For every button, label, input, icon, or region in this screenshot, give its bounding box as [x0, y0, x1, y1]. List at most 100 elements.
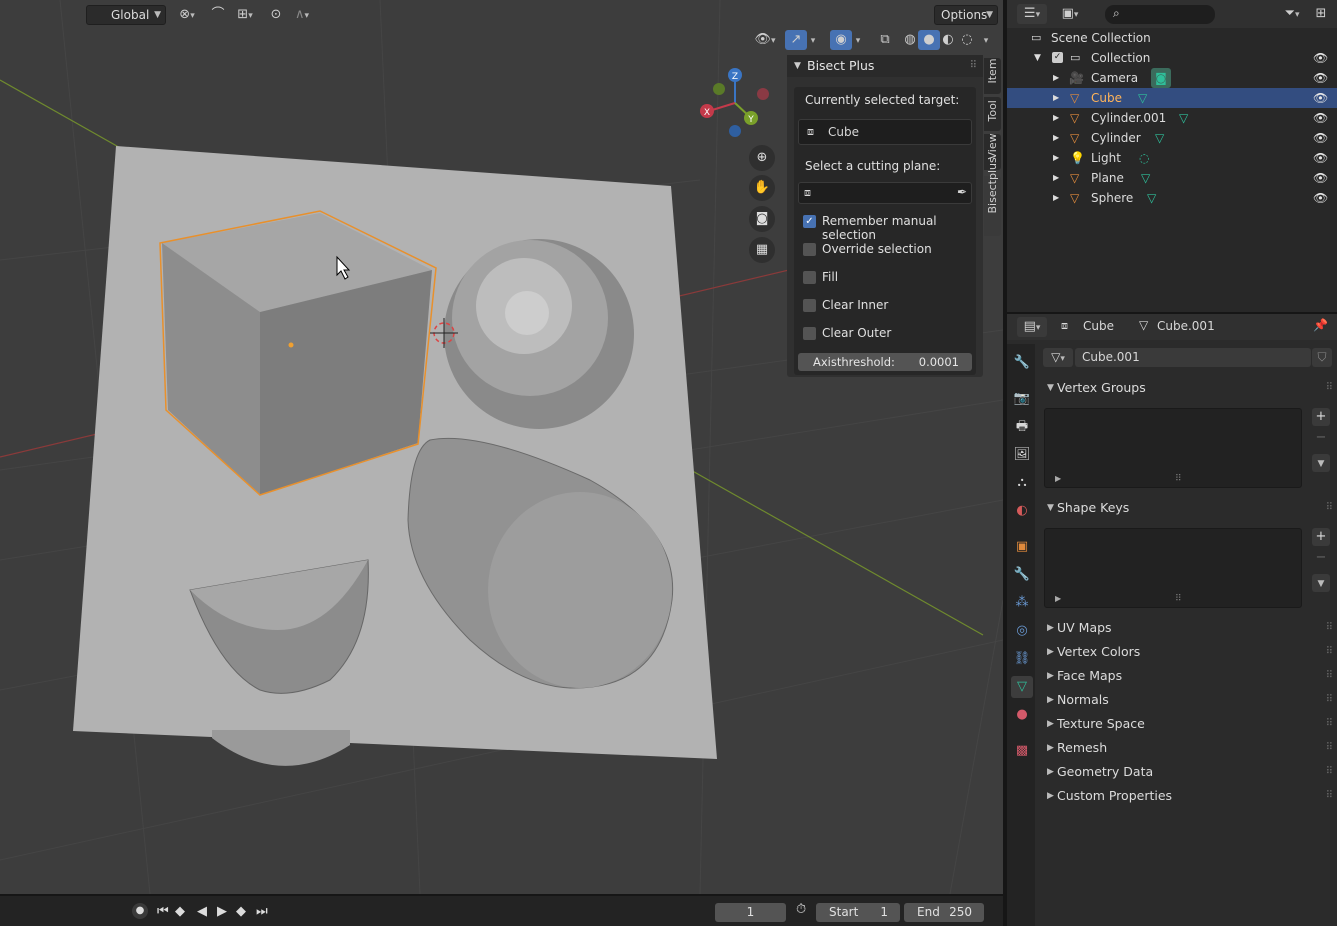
- vertex-group-menu-icon[interactable]: ▼: [1312, 454, 1330, 472]
- expand-triangle-icon[interactable]: ▶: [1053, 148, 1059, 168]
- outliner-item-cylinder[interactable]: ▶ ▽ Cylinder ▽ 👁: [1007, 128, 1337, 148]
- target-field[interactable]: ⧈ Cube: [798, 119, 972, 145]
- prev-keyframe-icon[interactable]: ◆: [175, 904, 185, 919]
- fake-user-shield-icon[interactable]: ⛉: [1312, 348, 1332, 367]
- eye-icon[interactable]: 👁: [1313, 88, 1328, 108]
- tab-item[interactable]: Item: [984, 58, 1001, 94]
- expand-triangle-icon[interactable]: ▶: [1055, 474, 1061, 483]
- tab-tool[interactable]: Tool: [984, 97, 1001, 131]
- expand-triangle-icon[interactable]: ▶: [1053, 188, 1059, 208]
- snap-toggle-icon[interactable]: ⌒: [207, 5, 229, 25]
- pin-icon[interactable]: 📌: [1313, 318, 1328, 332]
- constraint-tab-icon[interactable]: ⛓: [1011, 648, 1033, 670]
- section-geometry-data[interactable]: ▶ Geometry Data ⠿: [1043, 760, 1337, 784]
- jump-end-icon[interactable]: ⏭: [256, 904, 268, 919]
- mesh-browse-icon[interactable]: ▽▾: [1043, 348, 1073, 367]
- drag-grip-icon[interactable]: ⠿: [1326, 640, 1333, 664]
- checkbox-icon[interactable]: [803, 271, 816, 284]
- tool-tab-icon[interactable]: 🔧: [1011, 352, 1033, 374]
- proportional-edit-icon[interactable]: ⊙: [265, 5, 287, 25]
- search-input[interactable]: ⌕: [1105, 5, 1215, 24]
- cylinder-underside[interactable]: [212, 730, 350, 766]
- outliner-item-cube[interactable]: ▶ ▽ Cube ▽ 👁: [1007, 88, 1337, 108]
- section-vertex-colors[interactable]: ▶ Vertex Colors ⠿: [1043, 640, 1337, 664]
- eye-icon[interactable]: 👁: [1313, 188, 1328, 208]
- drag-grip-icon[interactable]: ⠿: [1326, 688, 1333, 712]
- plane-field[interactable]: ⧈ ✒: [798, 182, 972, 204]
- scene-collection-row[interactable]: ▭ Scene Collection: [1007, 28, 1337, 48]
- output-tab-icon[interactable]: 🖶: [1011, 416, 1033, 438]
- mesh-data-icon[interactable]: ▽: [1141, 168, 1150, 188]
- object-tab-icon[interactable]: ▣: [1011, 536, 1033, 558]
- view-layer-tab-icon[interactable]: 🖼: [1011, 444, 1033, 466]
- editor-type-icon[interactable]: ☰▾: [1017, 4, 1047, 24]
- shape-key-menu-icon[interactable]: ▼: [1312, 574, 1330, 592]
- vertex-groups-list[interactable]: ▶ ⠿: [1044, 408, 1302, 488]
- drag-grip-icon[interactable]: ⠿: [1326, 784, 1333, 808]
- snap-mode-icon[interactable]: ⊞▾: [229, 5, 261, 25]
- drag-grip-icon[interactable]: ⠿: [1326, 760, 1333, 784]
- pan-hand-icon[interactable]: ✋: [749, 175, 775, 201]
- drag-grip-icon[interactable]: ⠿: [1326, 376, 1333, 400]
- scene-tab-icon[interactable]: ⛬: [1011, 472, 1033, 494]
- section-uv-maps[interactable]: ▶ UV Maps ⠿: [1043, 616, 1337, 640]
- current-frame-field[interactable]: 1: [715, 903, 786, 922]
- expand-triangle-icon[interactable]: ▼: [1034, 48, 1041, 68]
- light-data-icon[interactable]: ◌: [1139, 148, 1149, 168]
- section-remesh[interactable]: ▶ Remesh ⠿: [1043, 736, 1337, 760]
- expand-triangle-icon[interactable]: ▶: [1053, 108, 1059, 128]
- panel-header[interactable]: ▼ Bisect Plus ⠿: [787, 55, 983, 77]
- mesh-data-icon[interactable]: ▽: [1155, 128, 1164, 148]
- falloff-icon[interactable]: ∧▾: [287, 5, 317, 25]
- next-keyframe-icon[interactable]: ◆: [236, 904, 246, 919]
- eye-icon[interactable]: 👁: [1313, 108, 1328, 128]
- render-tab-icon[interactable]: 📷: [1011, 388, 1033, 410]
- end-frame-field[interactable]: End 250: [904, 903, 984, 922]
- outliner-item-plane[interactable]: ▶ ▽ Plane ▽ 👁: [1007, 168, 1337, 188]
- checkbox-icon[interactable]: [803, 327, 816, 340]
- play-reverse-icon[interactable]: ◀: [197, 904, 207, 919]
- expand-triangle-icon[interactable]: ▶: [1053, 168, 1059, 188]
- navigation-gizmo[interactable]: Z X Y: [700, 68, 769, 137]
- outliner-item-light[interactable]: ▶ 💡 Light ◌ 👁: [1007, 148, 1337, 168]
- remove-shape-key-button[interactable]: −: [1312, 549, 1330, 567]
- drag-grip-icon[interactable]: ⠿: [970, 55, 977, 77]
- camera-view-icon[interactable]: ◙: [749, 206, 775, 232]
- outliner-item-sphere[interactable]: ▶ ▽ Sphere ▽ 👁: [1007, 188, 1337, 208]
- section-face-maps[interactable]: ▶ Face Maps ⠿: [1043, 664, 1337, 688]
- section-shape-keys[interactable]: ▼ Shape Keys ⠿: [1043, 496, 1337, 520]
- eye-icon[interactable]: 👁: [1313, 48, 1328, 68]
- resize-grip-icon[interactable]: ⠿: [1175, 594, 1182, 604]
- eyedropper-icon[interactable]: ✒: [957, 185, 967, 199]
- particles-tab-icon[interactable]: ⁂: [1011, 592, 1033, 614]
- checkbox-icon[interactable]: [803, 299, 816, 312]
- expand-triangle-icon[interactable]: ▶: [1053, 128, 1059, 148]
- 3d-viewport[interactable]: Z X Y ⤡ Global ▼ ⊗▾ ⌒ ⊞▾ ⊙ ∧▾ Options ▼ …: [0, 0, 1003, 894]
- material-tab-icon[interactable]: ●: [1011, 704, 1033, 726]
- mesh-data-icon[interactable]: ▽: [1147, 188, 1156, 208]
- chevron-down-icon[interactable]: ▾: [851, 30, 865, 50]
- eye-icon[interactable]: 👁: [1313, 168, 1328, 188]
- play-icon[interactable]: ▶: [217, 904, 227, 919]
- remove-vertex-group-button[interactable]: −: [1312, 429, 1330, 447]
- expand-triangle-icon[interactable]: ▶: [1055, 594, 1061, 603]
- checkbox-icon[interactable]: ✓: [1052, 52, 1063, 63]
- jump-start-icon[interactable]: ⏮: [157, 904, 169, 919]
- new-collection-icon[interactable]: ⊞: [1310, 4, 1332, 24]
- add-vertex-group-button[interactable]: +: [1312, 408, 1330, 426]
- eye-icon[interactable]: 👁: [1313, 148, 1328, 168]
- texture-tab-icon[interactable]: ▩: [1011, 740, 1033, 762]
- overlay-toggle-icon[interactable]: ◉: [830, 30, 852, 50]
- outliner-item-camera[interactable]: ▶ 🎥 Camera ◙ 👁: [1007, 68, 1337, 88]
- visibility-icon[interactable]: 👁▾: [751, 30, 779, 50]
- eye-icon[interactable]: 👁: [1313, 68, 1328, 88]
- editor-type-icon[interactable]: ▤▾: [1017, 317, 1047, 337]
- drag-grip-icon[interactable]: ⠿: [1326, 664, 1333, 688]
- collection-row[interactable]: ▼ ✓ ▭ Collection 👁: [1007, 48, 1337, 68]
- mesh-data-tab-icon[interactable]: ▽: [1011, 676, 1033, 698]
- perspective-grid-icon[interactable]: ▦: [749, 237, 775, 263]
- drag-grip-icon[interactable]: ⠿: [1326, 712, 1333, 736]
- display-mode-icon[interactable]: ▣▾: [1055, 4, 1085, 24]
- expand-triangle-icon[interactable]: ▶: [1053, 88, 1059, 108]
- world-tab-icon[interactable]: ◐: [1011, 500, 1033, 522]
